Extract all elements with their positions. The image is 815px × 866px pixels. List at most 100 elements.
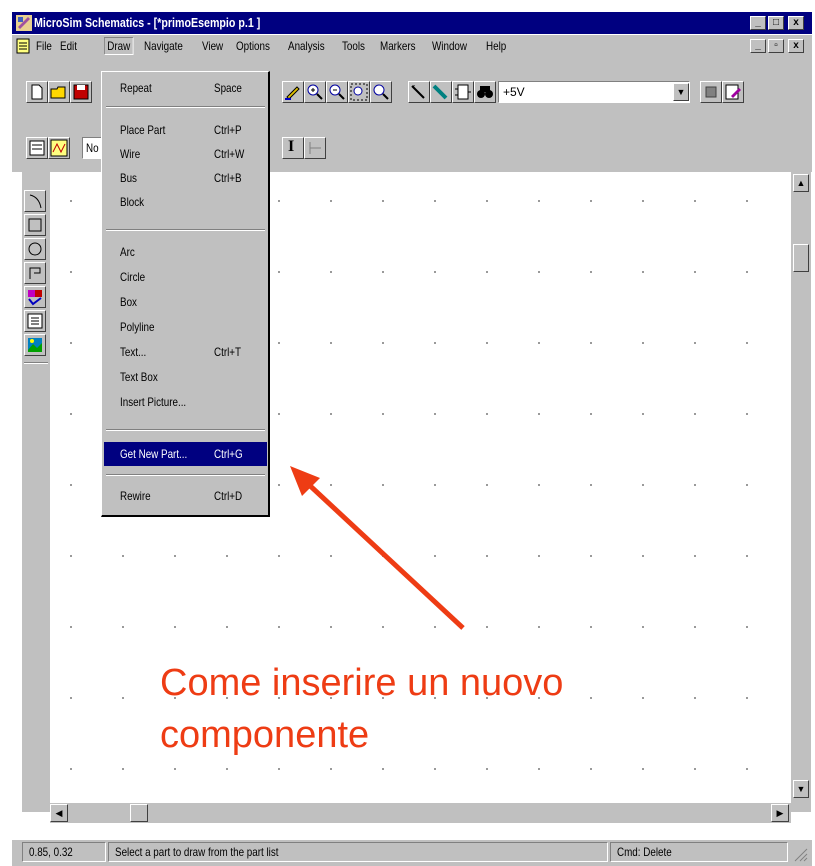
- grid-dot: [642, 555, 644, 557]
- mdi-close-button[interactable]: x: [788, 39, 804, 53]
- zoom-out-button[interactable]: [326, 81, 348, 103]
- scroll-up-arrow-icon[interactable]: ▲: [793, 174, 809, 192]
- grid-dot: [122, 697, 124, 699]
- title-bar[interactable]: MicroSim Schematics - [*primoEsempio p.1…: [12, 12, 812, 34]
- get-part-button[interactable]: [474, 81, 496, 103]
- maximize-button[interactable]: □: [768, 16, 784, 30]
- zoom-area-button[interactable]: [348, 81, 370, 103]
- probe-button[interactable]: [48, 137, 70, 159]
- menu-item-circle[interactable]: Circle: [104, 265, 267, 289]
- menu-item-shortcut: Ctrl+P: [214, 123, 242, 137]
- text-box-button[interactable]: [24, 310, 46, 332]
- polyline-button[interactable]: [24, 262, 46, 284]
- zoom-fit-button[interactable]: [370, 81, 392, 103]
- mdi-minimize-button[interactable]: _: [750, 39, 766, 53]
- menu-item-polyline[interactable]: Polyline: [104, 315, 267, 339]
- spell-check-button[interactable]: [24, 286, 46, 308]
- menu-analysis[interactable]: Analysis: [288, 39, 325, 53]
- menu-edit[interactable]: Edit: [60, 39, 77, 53]
- grid-dot: [70, 768, 72, 770]
- menu-view[interactable]: View: [202, 39, 223, 53]
- menu-item-box[interactable]: Box: [104, 290, 267, 314]
- grid-dot: [330, 626, 332, 628]
- horizontal-scroll-thumb[interactable]: [130, 804, 148, 822]
- resize-grip-icon[interactable]: [792, 846, 808, 862]
- insert-picture-button[interactable]: [24, 334, 46, 356]
- mdi-restore-button[interactable]: ▫: [768, 39, 784, 53]
- menu-item-label: Arc: [120, 245, 135, 259]
- chip-icon: [705, 86, 717, 98]
- grid-dot: [486, 200, 488, 202]
- vertical-scroll-thumb[interactable]: [793, 244, 809, 272]
- part-combo[interactable]: +5V ▼: [498, 81, 690, 103]
- grid-dot: [746, 413, 748, 415]
- grid-dot: [278, 768, 280, 770]
- menu-item-shortcut: Ctrl+W: [214, 147, 245, 161]
- text-box-icon: [27, 313, 43, 329]
- edit-attributes-button[interactable]: [722, 81, 744, 103]
- open-file-button[interactable]: [48, 81, 70, 103]
- menu-item-bus[interactable]: Bus Ctrl+B: [104, 166, 267, 190]
- scroll-down-arrow-icon[interactable]: ▼: [793, 780, 809, 798]
- document-icon: [16, 38, 30, 54]
- grid-dot: [278, 200, 280, 202]
- scroll-right-arrow-icon[interactable]: ▶: [771, 804, 789, 822]
- grid-dot: [382, 413, 384, 415]
- menu-item-text-box[interactable]: Text Box: [104, 365, 267, 389]
- menu-item-block[interactable]: Block: [104, 190, 267, 214]
- grid-dot: [330, 555, 332, 557]
- horizontal-scrollbar[interactable]: ◀ ▶: [50, 803, 791, 823]
- grid-dot: [746, 200, 748, 202]
- menu-item-repeat[interactable]: Repeat Space: [104, 76, 267, 100]
- menu-options[interactable]: Options: [236, 39, 270, 53]
- menu-draw[interactable]: Draw: [104, 37, 134, 55]
- menu-item-label: Text Box: [120, 370, 158, 384]
- zoom-in-button[interactable]: [304, 81, 326, 103]
- minimize-button[interactable]: _: [750, 16, 766, 30]
- box-button[interactable]: [24, 214, 46, 236]
- scroll-left-arrow-icon[interactable]: ◀: [50, 804, 68, 822]
- text-cursor-button[interactable]: I: [282, 137, 304, 159]
- grid-dot: [382, 200, 384, 202]
- menu-help[interactable]: Help: [486, 39, 506, 53]
- pin-button[interactable]: [304, 137, 326, 159]
- grid-dot: [174, 768, 176, 770]
- menu-item-arc[interactable]: Arc: [104, 240, 267, 264]
- circle-button[interactable]: [24, 238, 46, 260]
- arc-button[interactable]: [24, 190, 46, 212]
- chevron-down-icon[interactable]: ▼: [673, 83, 689, 101]
- open-folder-icon: [50, 86, 66, 99]
- pin-icon: [309, 142, 321, 154]
- menu-item-wire[interactable]: Wire Ctrl+W: [104, 142, 267, 166]
- menu-item-label: Insert Picture...: [120, 395, 187, 409]
- edit-symbol-button[interactable]: [700, 81, 722, 103]
- menu-item-get-new-part[interactable]: Get New Part... Ctrl+G: [104, 442, 267, 466]
- menu-file[interactable]: File: [36, 39, 52, 53]
- close-button[interactable]: x: [788, 16, 804, 30]
- grid-dot: [434, 271, 436, 273]
- grid-dot: [382, 271, 384, 273]
- block-tool-button[interactable]: [452, 81, 474, 103]
- new-file-button[interactable]: [26, 81, 48, 103]
- menu-item-label: Text...: [120, 345, 147, 359]
- grid-dot: [538, 768, 540, 770]
- wire-tool-button[interactable]: [408, 81, 430, 103]
- menu-item-insert-picture[interactable]: Insert Picture...: [104, 390, 267, 414]
- draw-tool-button[interactable]: [282, 81, 304, 103]
- menu-window[interactable]: Window: [432, 39, 467, 53]
- menu-navigate[interactable]: Navigate: [144, 39, 183, 53]
- menu-tools[interactable]: Tools: [342, 39, 365, 53]
- grid-dot: [694, 413, 696, 415]
- menu-item-rewire[interactable]: Rewire Ctrl+D: [104, 484, 267, 508]
- layers-button[interactable]: [26, 137, 48, 159]
- save-file-button[interactable]: [70, 81, 92, 103]
- menu-item-text[interactable]: Text... Ctrl+T: [104, 340, 267, 364]
- grid-dot: [174, 626, 176, 628]
- annotation-caption: Come inserire un nuovo componente: [160, 657, 800, 761]
- grid-dot: [330, 200, 332, 202]
- menu-item-place-part[interactable]: Place Part Ctrl+P: [104, 118, 267, 142]
- grid-dot: [642, 413, 644, 415]
- bus-tool-button[interactable]: [430, 81, 452, 103]
- status-bar: 0.85, 0.32 Select a part to draw from th…: [12, 840, 812, 866]
- menu-markers[interactable]: Markers: [380, 39, 416, 53]
